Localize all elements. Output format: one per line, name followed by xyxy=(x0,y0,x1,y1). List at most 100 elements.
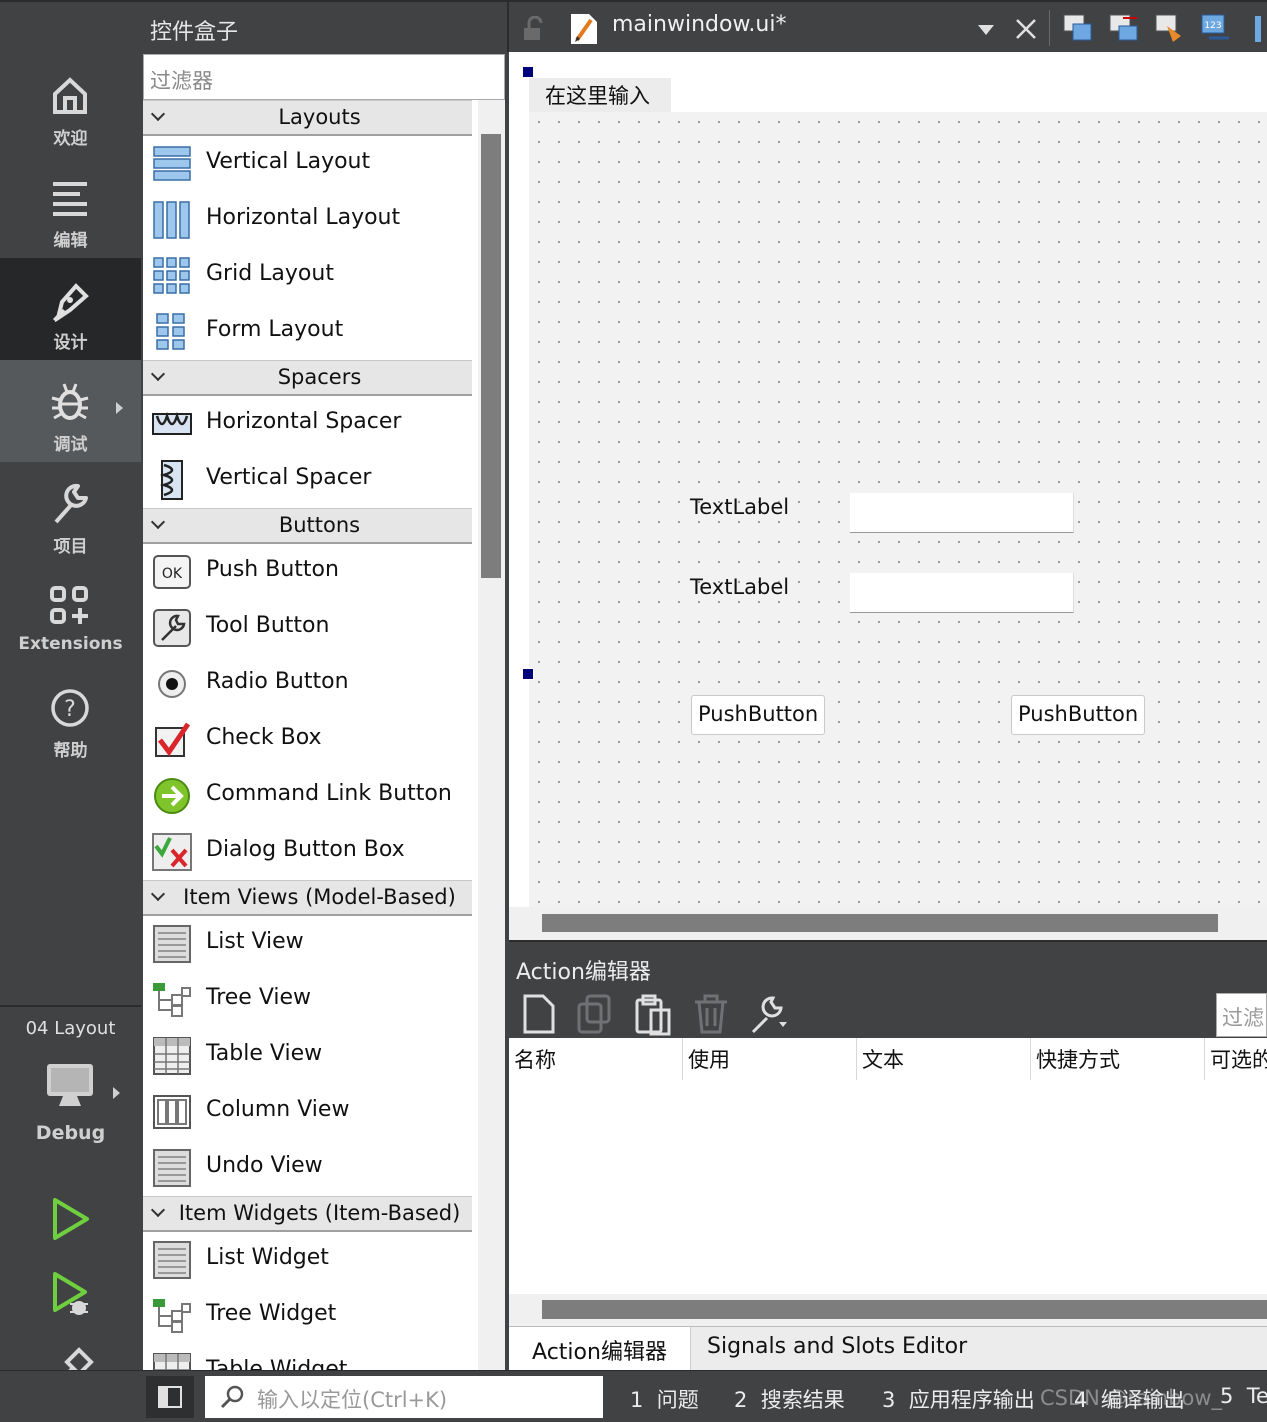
widget-push-button[interactable]: OK Push Button xyxy=(143,544,472,600)
tab-label: 问题 xyxy=(656,1388,699,1412)
tab-action-editor[interactable]: Action编辑器 xyxy=(509,1327,691,1371)
menu-type-here[interactable]: 在这里输入 xyxy=(545,80,650,110)
watermark: CSDN @rainbow_ xyxy=(1040,1386,1223,1410)
widget-check-box[interactable]: Check Box xyxy=(143,712,472,768)
mode-extensions[interactable]: Extensions xyxy=(0,564,141,666)
configure-wrench-icon[interactable] xyxy=(749,992,789,1036)
sidebar-toggle-icon xyxy=(158,1386,182,1408)
edit-lines-icon xyxy=(53,182,87,216)
widget-label: Table Widget xyxy=(206,1357,348,1370)
mode-design[interactable]: 设计 xyxy=(0,258,141,360)
tree-widget-icon xyxy=(153,1299,191,1333)
form-line-edit[interactable] xyxy=(850,493,1074,533)
table-widget-icon xyxy=(153,1353,191,1370)
category-title: Item Views (Model-Based) xyxy=(183,885,456,909)
mode-edit[interactable]: 编辑 xyxy=(0,156,141,258)
category-item-views[interactable]: Item Views (Model-Based) xyxy=(143,880,472,916)
column-header-name[interactable]: 名称 xyxy=(509,1038,683,1080)
form-text-label[interactable]: TextLabel xyxy=(690,575,789,599)
tool-button-icon xyxy=(153,609,191,647)
widget-label: List View xyxy=(206,929,304,954)
widget-tree-view[interactable]: Tree View xyxy=(143,972,472,1028)
edit-signals-slots-icon[interactable] xyxy=(1107,12,1141,44)
selection-handle[interactable] xyxy=(522,668,534,680)
column-header-shortcut[interactable]: 快捷方式 xyxy=(1031,1038,1205,1080)
debug-run-icon[interactable] xyxy=(45,1270,95,1320)
mode-debug[interactable]: 调试 xyxy=(0,360,141,462)
form-push-button[interactable]: PushButton xyxy=(1011,695,1146,735)
column-header-used[interactable]: 使用 xyxy=(683,1038,857,1080)
search-icon xyxy=(220,1385,244,1409)
widget-horizontal-spacer[interactable]: Horizontal Spacer xyxy=(143,396,472,452)
chevron-down-icon[interactable] xyxy=(977,24,995,36)
category-layouts[interactable]: Layouts xyxy=(143,100,472,136)
extensions-icon xyxy=(50,586,88,624)
widget-dialog-button-box[interactable]: Dialog Button Box xyxy=(143,824,472,880)
column-header-checkable[interactable]: 可选的 xyxy=(1205,1038,1267,1080)
tree-view-icon xyxy=(153,983,191,1017)
mode-projects[interactable]: 项目 xyxy=(0,462,141,564)
output-tab-5[interactable]: 5 Te xyxy=(1220,1384,1267,1408)
edit-widgets-icon[interactable] xyxy=(1061,12,1095,44)
tab-signals-slots-editor[interactable]: Signals and Slots Editor xyxy=(707,1327,967,1371)
scrollbar-thumb[interactable] xyxy=(542,914,1218,932)
column-header-text[interactable]: 文本 xyxy=(857,1038,1031,1080)
widget-table-view[interactable]: Table View xyxy=(143,1028,472,1084)
category-item-widgets[interactable]: Item Widgets (Item-Based) xyxy=(143,1196,472,1232)
widget-label: Undo View xyxy=(206,1153,323,1178)
mode-label: 编辑 xyxy=(53,231,88,251)
paste-icon[interactable] xyxy=(633,992,673,1036)
widget-vertical-layout[interactable]: Vertical Layout xyxy=(143,136,472,192)
toggle-sidebar-button[interactable] xyxy=(146,1376,194,1418)
widget-label: Horizontal Layout xyxy=(206,205,401,230)
lock-icon[interactable] xyxy=(521,16,545,42)
run-icon[interactable] xyxy=(45,1194,95,1244)
form-push-button[interactable]: PushButton xyxy=(691,695,826,735)
selection-handle[interactable] xyxy=(522,66,534,78)
scrollbar-thumb[interactable] xyxy=(481,134,501,578)
action-table[interactable]: 名称 使用 文本 快捷方式 可选的 xyxy=(509,1038,1267,1294)
widget-grid-layout[interactable]: Grid Layout xyxy=(143,248,472,304)
widget-label: Radio Button xyxy=(206,669,349,694)
chevron-down-icon xyxy=(150,514,166,530)
monitor-icon[interactable] xyxy=(45,1060,95,1110)
delete-icon[interactable] xyxy=(691,992,731,1036)
widget-list-view[interactable]: List View xyxy=(143,916,472,972)
build-config-label: Debug xyxy=(35,1122,106,1144)
widget-undo-view[interactable]: Undo View xyxy=(143,1140,472,1196)
widget-form-layout[interactable]: Form Layout xyxy=(143,304,472,360)
category-spacers[interactable]: Spacers xyxy=(143,360,472,396)
form-line-edit[interactable] xyxy=(850,573,1074,613)
output-tab-application-output[interactable]: 3 应用程序输出 xyxy=(882,1384,1035,1414)
widget-radio-button[interactable]: Radio Button xyxy=(143,656,472,712)
edit-tab-order-icon[interactable]: 123 xyxy=(1199,12,1233,44)
layout-horizontal-icon[interactable] xyxy=(1253,14,1267,44)
edit-buddies-icon[interactable] xyxy=(1153,12,1187,44)
locator-input[interactable]: 输入以定位(Ctrl+K) xyxy=(205,1376,603,1418)
scrollbar-thumb[interactable] xyxy=(542,1300,1267,1319)
widget-table-widget[interactable]: Table Widget xyxy=(143,1344,472,1370)
mode-help[interactable]: ? 帮助 xyxy=(0,666,141,768)
widget-list-widget[interactable]: List Widget xyxy=(143,1232,472,1288)
widget-horizontal-layout[interactable]: Horizontal Layout xyxy=(143,192,472,248)
widget-tree-widget[interactable]: Tree Widget xyxy=(143,1288,472,1344)
mode-welcome[interactable]: 欢迎 xyxy=(0,54,141,156)
widget-tool-button[interactable]: Tool Button xyxy=(143,600,472,656)
category-buttons[interactable]: Buttons xyxy=(143,508,472,544)
close-icon[interactable] xyxy=(1015,18,1037,40)
tab-number: 2 xyxy=(734,1388,748,1412)
widget-column-view[interactable]: Column View xyxy=(143,1084,472,1140)
widget-filter-input[interactable]: 过滤器 xyxy=(143,54,505,100)
form-text-label[interactable]: TextLabel xyxy=(690,495,789,519)
tab-label: 应用程序输出 xyxy=(908,1388,1035,1412)
kit-project-name: 04 Layout xyxy=(25,1018,116,1039)
action-filter-input[interactable]: 过滤 xyxy=(1216,993,1267,1037)
output-tab-issues[interactable]: 1 问题 xyxy=(630,1384,699,1414)
widget-vertical-spacer[interactable]: Vertical Spacer xyxy=(143,452,472,508)
document-title[interactable]: mainwindow.ui* xyxy=(612,12,786,37)
output-tab-search-results[interactable]: 2 搜索结果 xyxy=(734,1384,845,1414)
new-action-icon[interactable] xyxy=(519,992,559,1036)
copy-icon[interactable] xyxy=(575,992,615,1036)
widget-label: Vertical Spacer xyxy=(206,465,372,490)
widget-command-link-button[interactable]: Command Link Button xyxy=(143,768,472,824)
